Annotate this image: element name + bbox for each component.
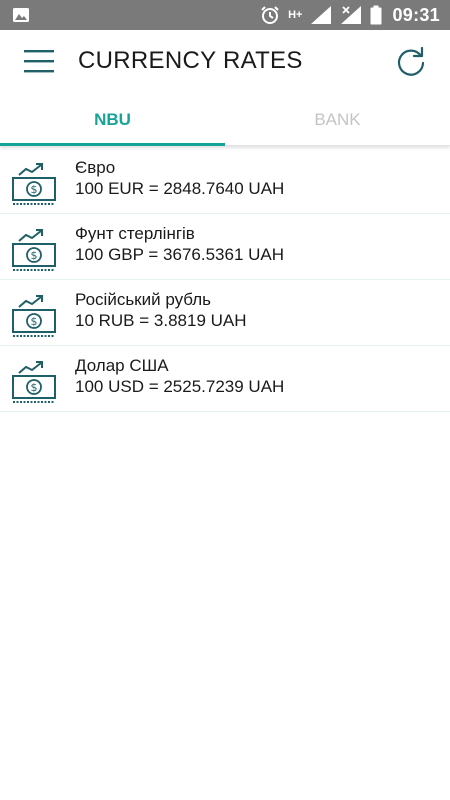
money-trend-icon: $ [12, 163, 56, 205]
svg-text:$: $ [31, 183, 38, 196]
svg-text:$: $ [31, 315, 38, 328]
currency-rate: 100 EUR = 2848.7640 UAH [75, 179, 285, 198]
money-trend-icon: $ [12, 295, 56, 337]
currency-name: Євро [75, 158, 116, 177]
svg-text:$: $ [31, 381, 38, 394]
currency-rate: 10 RUB = 3.8819 UAH [75, 311, 247, 330]
tab-nbu[interactable]: NBU [0, 94, 225, 146]
image-notification-icon [13, 8, 29, 22]
currency-rate: 100 USD = 2525.7239 UAH [75, 377, 285, 396]
hamburger-menu-icon[interactable] [22, 46, 56, 76]
currency-rate: 100 GBP = 3676.5361 UAH [75, 245, 285, 264]
list-item-rate[interactable]: $ Російський рубль 10 RUB = 3.8819 UAH [0, 280, 450, 346]
status-bar: H+ 09:31 [0, 0, 450, 30]
refresh-icon[interactable] [394, 44, 428, 78]
alarm-icon [261, 6, 279, 24]
list-item-rate[interactable]: $ Фунт стерлінгів 100 GBP = 3676.5361 UA… [0, 214, 450, 280]
currency-name: Долар США [75, 356, 169, 375]
currency-rates-list: $ Євро 100 EUR = 2848.7640 UAH $ Фунт ст… [0, 148, 450, 412]
signal-no-service-icon [341, 6, 362, 24]
svg-text:$: $ [31, 249, 38, 262]
money-trend-icon: $ [12, 361, 56, 403]
list-item-rate[interactable]: $ Долар США 100 USD = 2525.7239 UAH [0, 346, 450, 412]
battery-icon [370, 5, 382, 25]
money-trend-icon: $ [12, 229, 56, 271]
app-bar: CURRENCY RATES [0, 30, 450, 94]
currency-name: Російський рубль [75, 290, 212, 309]
tab-bar: NBU BANK [0, 94, 450, 146]
tab-bank[interactable]: BANK [225, 94, 450, 145]
network-type-label: H+ [288, 9, 303, 21]
page-title: CURRENCY RATES [78, 47, 303, 74]
list-item-rate[interactable]: $ Євро 100 EUR = 2848.7640 UAH [0, 148, 450, 214]
currency-name: Фунт стерлінгів [75, 224, 195, 243]
status-time: 09:31 [392, 4, 440, 25]
signal-icon [311, 6, 332, 24]
